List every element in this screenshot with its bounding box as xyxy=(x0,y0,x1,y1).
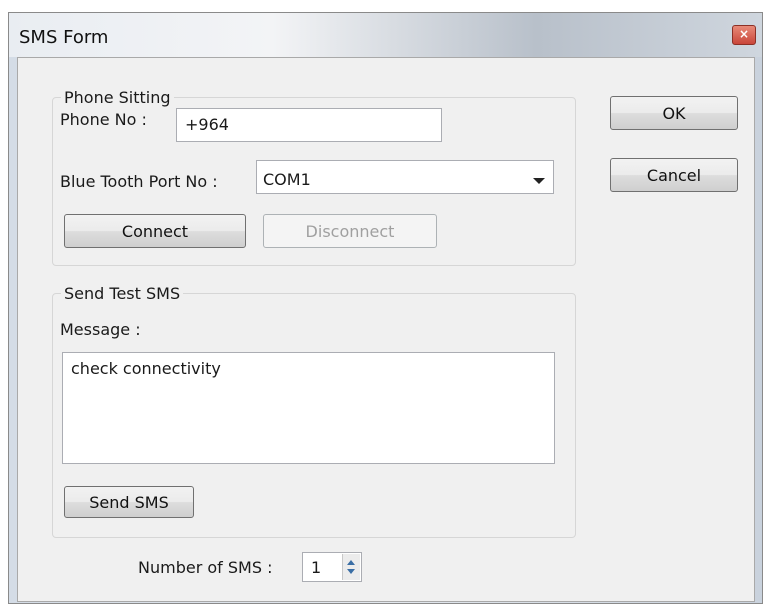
phone-setting-legend: Phone Sitting xyxy=(64,88,171,107)
chevron-down-icon xyxy=(533,178,545,184)
spin-buttons[interactable] xyxy=(342,554,360,580)
close-icon: × xyxy=(738,27,750,41)
send-sms-button[interactable]: Send SMS xyxy=(64,486,194,518)
bluetooth-port-value: COM1 xyxy=(263,170,311,189)
window-title: SMS Form xyxy=(19,27,109,48)
sms-form-window: SMS Form × Phone Sitting Phone No : +964… xyxy=(8,12,763,604)
message-label: Message : xyxy=(60,320,141,339)
dialog-client-area: Phone Sitting Phone No : +964 Blue Tooth… xyxy=(17,57,755,602)
cancel-button[interactable]: Cancel xyxy=(610,158,738,192)
title-bar[interactable]: SMS Form × xyxy=(9,13,762,57)
disconnect-button[interactable]: Disconnect xyxy=(263,214,437,248)
bluetooth-port-select[interactable]: COM1 xyxy=(256,160,554,194)
number-of-sms-value: 1 xyxy=(311,558,322,577)
connect-button[interactable]: Connect xyxy=(64,214,246,248)
spin-down-icon[interactable] xyxy=(347,569,355,574)
send-test-sms-legend: Send Test SMS xyxy=(64,284,181,303)
phone-number-label: Phone No : xyxy=(60,110,147,129)
phone-number-input[interactable]: +964 xyxy=(176,108,442,142)
close-button[interactable]: × xyxy=(732,25,756,45)
spin-up-icon[interactable] xyxy=(347,560,355,565)
ok-button[interactable]: OK xyxy=(610,96,738,130)
number-of-sms-label: Number of SMS : xyxy=(138,558,273,577)
bluetooth-port-label: Blue Tooth Port No : xyxy=(60,172,218,191)
message-textarea[interactable]: check connectivity xyxy=(62,352,555,464)
number-of-sms-stepper[interactable]: 1 xyxy=(302,552,362,582)
